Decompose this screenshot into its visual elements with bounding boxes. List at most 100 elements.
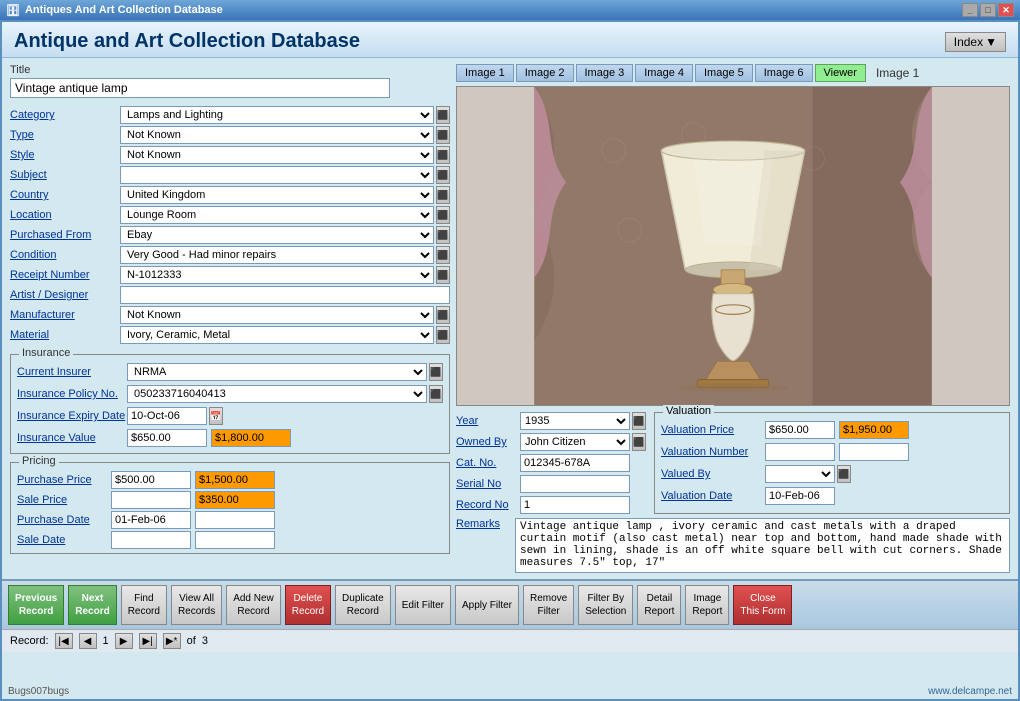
country-label[interactable]: Country bbox=[10, 189, 120, 201]
purchase-price-input1[interactable] bbox=[111, 471, 191, 489]
detail-report-button[interactable]: DetailReport bbox=[637, 585, 681, 625]
style-btn[interactable]: ⬛ bbox=[436, 146, 450, 164]
purchase-date-input1[interactable] bbox=[111, 511, 191, 529]
subject-label[interactable]: Subject bbox=[10, 169, 120, 181]
val-price-input1[interactable] bbox=[765, 421, 835, 439]
location-select[interactable]: Lounge Room bbox=[120, 206, 434, 224]
val-price-label[interactable]: Valuation Price bbox=[661, 424, 761, 436]
subject-btn[interactable]: ⬛ bbox=[436, 166, 450, 184]
apply-filter-button[interactable]: Apply Filter bbox=[455, 585, 519, 625]
owned-by-btn[interactable]: ⬛ bbox=[632, 433, 646, 451]
serial-no-input[interactable] bbox=[520, 475, 630, 493]
receipt-number-btn[interactable]: ⬛ bbox=[436, 266, 450, 284]
country-btn[interactable]: ⬛ bbox=[436, 186, 450, 204]
title-input[interactable] bbox=[10, 78, 390, 98]
sale-price-input2[interactable] bbox=[195, 491, 275, 509]
record-no-label[interactable]: Record No bbox=[456, 499, 516, 511]
owned-by-select[interactable]: John Citizen bbox=[520, 433, 630, 451]
remove-filter-button[interactable]: RemoveFilter bbox=[523, 585, 574, 625]
first-record-btn[interactable]: |◀ bbox=[55, 633, 73, 649]
tab-image3[interactable]: Image 3 bbox=[576, 64, 634, 82]
add-new-record-button[interactable]: Add NewRecord bbox=[226, 585, 281, 625]
insurer-label[interactable]: Current Insurer bbox=[17, 366, 127, 378]
category-select[interactable]: Lamps and Lighting bbox=[120, 106, 434, 124]
close-form-button[interactable]: CloseThis Form bbox=[733, 585, 792, 625]
condition-label[interactable]: Condition bbox=[10, 249, 120, 261]
expiry-input[interactable] bbox=[127, 407, 207, 425]
expiry-cal-btn[interactable]: 📅 bbox=[209, 407, 223, 425]
close-button[interactable]: ✕ bbox=[998, 3, 1014, 17]
receipt-number-select[interactable]: N-1012333 bbox=[120, 266, 434, 284]
tab-image5[interactable]: Image 5 bbox=[695, 64, 753, 82]
sale-price-label[interactable]: Sale Price bbox=[17, 494, 107, 506]
owned-by-label[interactable]: Owned By bbox=[456, 436, 516, 448]
purchase-price-label[interactable]: Purchase Price bbox=[17, 474, 107, 486]
tab-image4[interactable]: Image 4 bbox=[635, 64, 693, 82]
valued-by-label[interactable]: Valued By bbox=[661, 468, 761, 480]
category-btn[interactable]: ⬛ bbox=[436, 106, 450, 124]
serial-no-label[interactable]: Serial No bbox=[456, 478, 516, 490]
edit-filter-button[interactable]: Edit Filter bbox=[395, 585, 451, 625]
material-btn[interactable]: ⬛ bbox=[436, 326, 450, 344]
sale-date-input2[interactable] bbox=[195, 531, 275, 549]
subject-select[interactable] bbox=[120, 166, 434, 184]
policy-select[interactable]: 050233716040413 bbox=[127, 385, 427, 403]
maximize-button[interactable]: □ bbox=[980, 3, 996, 17]
purchased-from-select[interactable]: Ebay bbox=[120, 226, 434, 244]
last-record-btn[interactable]: ▶| bbox=[139, 633, 157, 649]
cat-no-input[interactable] bbox=[520, 454, 630, 472]
val-date-label[interactable]: Valuation Date bbox=[661, 490, 761, 502]
find-record-button[interactable]: FindRecord bbox=[121, 585, 167, 625]
tab-image6[interactable]: Image 6 bbox=[755, 64, 813, 82]
receipt-number-label[interactable]: Receipt Number bbox=[10, 269, 120, 281]
next-record-button[interactable]: NextRecord bbox=[68, 585, 116, 625]
policy-btn[interactable]: ⬛ bbox=[429, 385, 443, 403]
new-record-nav-btn[interactable]: ▶* bbox=[163, 633, 181, 649]
tab-viewer[interactable]: Viewer bbox=[815, 64, 866, 82]
material-select[interactable]: Ivory, Ceramic, Metal bbox=[120, 326, 434, 344]
material-label[interactable]: Material bbox=[10, 329, 120, 341]
view-all-records-button[interactable]: View AllRecords bbox=[171, 585, 222, 625]
val-number-input1[interactable] bbox=[765, 443, 835, 461]
style-label[interactable]: Style bbox=[10, 149, 120, 161]
policy-label[interactable]: Insurance Policy No. bbox=[17, 388, 127, 400]
condition-select[interactable]: Very Good - Had minor repairs bbox=[120, 246, 434, 264]
category-label[interactable]: Category bbox=[10, 109, 120, 121]
tab-image1[interactable]: Image 1 bbox=[456, 64, 514, 82]
sale-date-label[interactable]: Sale Date bbox=[17, 534, 107, 546]
purchased-from-btn[interactable]: ⬛ bbox=[436, 226, 450, 244]
type-btn[interactable]: ⬛ bbox=[436, 126, 450, 144]
country-select[interactable]: United Kingdom bbox=[120, 186, 434, 204]
minimize-button[interactable]: _ bbox=[962, 3, 978, 17]
condition-btn[interactable]: ⬛ bbox=[436, 246, 450, 264]
purchase-date-label[interactable]: Purchase Date bbox=[17, 514, 107, 526]
location-btn[interactable]: ⬛ bbox=[436, 206, 450, 224]
artist-input[interactable] bbox=[120, 286, 450, 304]
record-no-input[interactable] bbox=[520, 496, 630, 514]
sale-price-input1[interactable] bbox=[111, 491, 191, 509]
index-button[interactable]: Index ▼ bbox=[945, 32, 1006, 52]
purchase-price-input2[interactable] bbox=[195, 471, 275, 489]
manufacturer-select[interactable]: Not Known bbox=[120, 306, 434, 324]
expiry-label[interactable]: Insurance Expiry Date bbox=[17, 410, 127, 422]
valued-by-select[interactable] bbox=[765, 465, 835, 483]
delete-record-button[interactable]: DeleteRecord bbox=[285, 585, 331, 625]
year-select[interactable]: 1935 bbox=[520, 412, 630, 430]
manufacturer-btn[interactable]: ⬛ bbox=[436, 306, 450, 324]
artist-label[interactable]: Artist / Designer bbox=[10, 289, 120, 301]
cat-no-label[interactable]: Cat. No. bbox=[456, 457, 516, 469]
prev-record-nav-btn[interactable]: ◀ bbox=[79, 633, 97, 649]
val-date-input[interactable] bbox=[765, 487, 835, 505]
ins-value-label[interactable]: Insurance Value bbox=[17, 432, 127, 444]
tab-image2[interactable]: Image 2 bbox=[516, 64, 574, 82]
next-record-nav-btn[interactable]: ▶ bbox=[115, 633, 133, 649]
type-label[interactable]: Type bbox=[10, 129, 120, 141]
val-number-label[interactable]: Valuation Number bbox=[661, 446, 761, 458]
year-label[interactable]: Year bbox=[456, 415, 516, 427]
sale-date-input1[interactable] bbox=[111, 531, 191, 549]
val-number-input2[interactable] bbox=[839, 443, 909, 461]
insurer-btn[interactable]: ⬛ bbox=[429, 363, 443, 381]
image-report-button[interactable]: ImageReport bbox=[685, 585, 729, 625]
location-label[interactable]: Location bbox=[10, 209, 120, 221]
remarks-label[interactable]: Remarks bbox=[456, 518, 511, 573]
